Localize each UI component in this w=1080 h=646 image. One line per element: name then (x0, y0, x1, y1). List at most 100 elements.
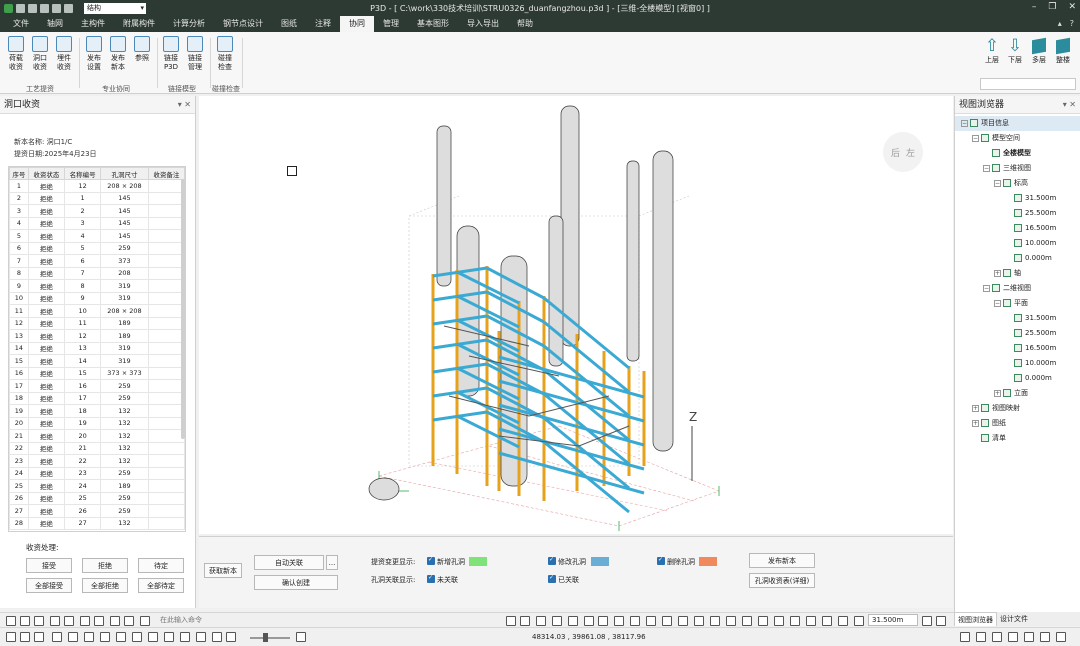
menu-5[interactable]: 钢节点设计 (214, 16, 272, 32)
table-row[interactable]: 22 拒绝 21 132 (9, 441, 185, 455)
table-row[interactable]: 23 拒绝 22 132 (9, 454, 185, 468)
modified-hole-swatch[interactable] (591, 557, 609, 566)
view-tool-icon[interactable] (52, 632, 62, 642)
expand-toggle-icon[interactable]: + (972, 404, 979, 412)
pending-button[interactable]: 待定 (138, 558, 184, 573)
menu-4[interactable]: 计算分析 (164, 16, 214, 32)
publish-settings-button[interactable]: 发布 设置 (83, 36, 105, 72)
view-tool-icon[interactable] (1024, 632, 1034, 642)
command-tool-icon[interactable] (520, 616, 530, 626)
command-tool-icon[interactable] (630, 616, 640, 626)
table-row[interactable]: 18 拒绝 17 259 (9, 391, 185, 405)
command-tool-icon[interactable] (50, 616, 60, 626)
column-header[interactable]: 收资备注 (147, 167, 185, 180)
level-up-button[interactable]: ⇧ 上层 (981, 36, 1003, 65)
linked-checkbox[interactable] (548, 574, 556, 583)
column-header[interactable]: 收资状态 (27, 167, 66, 180)
view-tool-icon[interactable] (960, 632, 970, 642)
column-header[interactable]: 孔洞尺寸 (100, 167, 149, 180)
view-tool-icon[interactable] (100, 632, 110, 642)
table-row[interactable]: 10 拒绝 9 319 (9, 291, 185, 305)
menu-10[interactable]: 基本图形 (408, 16, 458, 32)
table-row[interactable]: 20 拒绝 19 132 (9, 416, 185, 430)
menu-8[interactable]: 协同 (340, 16, 374, 32)
new-file-icon[interactable] (16, 3, 25, 13)
command-tool-icon[interactable] (80, 616, 90, 626)
view-tool-icon[interactable] (1008, 632, 1018, 642)
expand-toggle-icon[interactable]: − (961, 119, 968, 127)
3d-viewport[interactable]: 后 左 Z (199, 96, 953, 534)
table-row[interactable]: 21 拒绝 20 132 (9, 429, 185, 443)
deleted-hole-swatch[interactable] (699, 557, 717, 566)
tree-node[interactable]: 31.500m (955, 311, 1080, 326)
table-row[interactable]: 12 拒绝 11 189 (9, 316, 185, 330)
view-tool-icon[interactable] (164, 632, 174, 642)
ribbon-collapse-icon[interactable]: ▴ (1058, 19, 1062, 28)
tree-node[interactable]: 31.500m (955, 191, 1080, 206)
level-down-button[interactable]: ⇩ 下层 (1004, 36, 1026, 65)
reference-button[interactable]: 参照 (131, 36, 153, 63)
view-tool-icon[interactable] (226, 632, 236, 642)
menu-3[interactable]: 附属构件 (114, 16, 164, 32)
view-tool-icon[interactable] (1040, 632, 1050, 642)
expand-toggle-icon[interactable]: − (994, 179, 1001, 187)
view-tool-icon[interactable] (84, 632, 94, 642)
table-row[interactable]: 19 拒绝 18 132 (9, 404, 185, 418)
close-icon[interactable]: ✕ (1068, 2, 1076, 12)
accept-button[interactable]: 接受 (26, 558, 72, 573)
command-tool-icon[interactable] (64, 616, 74, 626)
view-tool-icon[interactable] (992, 632, 1002, 642)
table-row[interactable]: 15 拒绝 14 319 (9, 354, 185, 368)
table-row[interactable]: 17 拒绝 16 259 (9, 379, 185, 393)
command-tool-icon[interactable] (584, 616, 594, 626)
redo-icon[interactable] (64, 3, 73, 13)
view-browser-controls[interactable]: ▾ ✕ (1063, 96, 1076, 114)
tree-node[interactable]: 清单 (955, 431, 1080, 446)
view-tool-icon[interactable] (180, 632, 190, 642)
view-tool-icon[interactable] (68, 632, 78, 642)
menu-6[interactable]: 图纸 (272, 16, 306, 32)
view-tool-icon[interactable] (976, 632, 986, 642)
hole-collect-button[interactable]: 洞口 收资 (29, 36, 51, 72)
command-tool-icon[interactable] (822, 616, 832, 626)
command-tool-icon[interactable] (568, 616, 578, 626)
tab-view-browser[interactable]: 视图浏览器 (954, 612, 997, 626)
command-tool-icon[interactable] (838, 616, 848, 626)
tree-node[interactable]: − 项目信息 (955, 116, 1080, 131)
table-row[interactable]: 4 拒绝 3 145 (9, 216, 185, 230)
minimize-icon[interactable]: – (1032, 2, 1037, 12)
table-row[interactable]: 16 拒绝 15 373 × 373 (9, 366, 185, 380)
reject-all-button[interactable]: 全部拒绝 (82, 578, 128, 593)
tree-node[interactable]: 16.500m (955, 341, 1080, 356)
expand-toggle-icon[interactable]: − (983, 164, 990, 172)
table-scrollbar[interactable] (181, 179, 185, 439)
tree-node[interactable]: 10.000m (955, 356, 1080, 371)
menu-2[interactable]: 主构件 (72, 16, 114, 32)
menu-9[interactable]: 管理 (374, 16, 408, 32)
new-hole-checkbox[interactable] (427, 556, 435, 565)
new-hole-swatch[interactable] (469, 557, 487, 566)
command-input[interactable]: 在此输入命令 (160, 615, 202, 625)
table-row[interactable]: 28 拒绝 27 132 (9, 516, 185, 530)
table-row[interactable]: 26 拒绝 25 259 (9, 491, 185, 505)
expand-toggle-icon[interactable]: + (994, 269, 1001, 277)
command-tool-icon[interactable] (614, 616, 624, 626)
command-tool-icon[interactable] (662, 616, 672, 626)
auto-link-more-button[interactable]: ... (326, 555, 338, 570)
table-row[interactable]: 6 拒绝 5 259 (9, 241, 185, 255)
menu-7[interactable]: 注释 (306, 16, 340, 32)
command-tool-icon[interactable] (678, 616, 688, 626)
command-tool-icon[interactable] (806, 616, 816, 626)
table-row[interactable]: 25 拒绝 24 189 (9, 479, 185, 493)
table-row[interactable]: 27 拒绝 26 259 (9, 504, 185, 518)
tree-node[interactable]: 0.000m (955, 251, 1080, 266)
pending-all-button[interactable]: 全部待定 (138, 578, 184, 593)
view-tool-icon[interactable] (116, 632, 126, 642)
command-tool-icon[interactable] (124, 616, 134, 626)
tree-node[interactable]: 16.500m (955, 221, 1080, 236)
tree-node[interactable]: 10.000m (955, 236, 1080, 251)
tree-node[interactable]: − 标高 (955, 176, 1080, 191)
command-tool-icon[interactable] (936, 616, 946, 626)
expand-toggle-icon[interactable]: − (983, 284, 990, 292)
level-select[interactable]: 31.500m (868, 614, 918, 626)
